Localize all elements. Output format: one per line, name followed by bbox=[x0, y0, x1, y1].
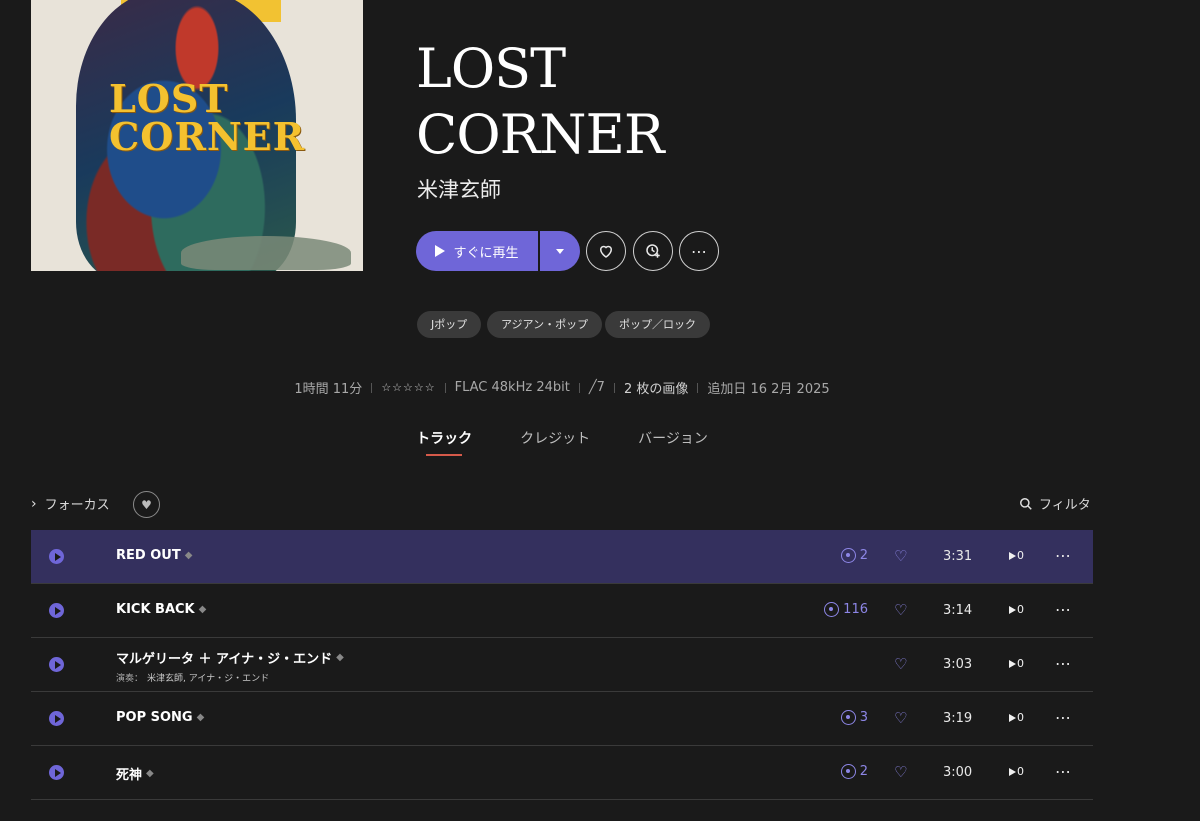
track-title: マルゲリータ ＋ アイナ・ジ・エンド ◆ bbox=[116, 652, 344, 667]
hires-icon: ◆ bbox=[184, 550, 193, 561]
genre-tag[interactable]: Jポップ bbox=[417, 311, 482, 338]
track-row[interactable]: POP SONG ◆ 3 ♡ 3:19 0 ⋯ bbox=[31, 692, 1093, 746]
chevron-right-icon: › bbox=[31, 495, 37, 512]
play-next-icon bbox=[1009, 767, 1016, 776]
disc-icon bbox=[840, 710, 856, 725]
clock-plus-icon bbox=[646, 244, 660, 258]
track-duration: 3:31 bbox=[943, 549, 973, 564]
album-title: LOST CORNER bbox=[416, 37, 665, 166]
track-duration: 3:14 bbox=[943, 603, 973, 618]
tab-credits[interactable]: クレジット bbox=[520, 428, 590, 448]
genre-tag[interactable]: アジアン・ポップ bbox=[487, 311, 603, 338]
track-more-button[interactable]: ⋯ bbox=[1055, 546, 1072, 565]
play-track-icon[interactable] bbox=[49, 711, 64, 726]
more-options-button[interactable]: ⋯ bbox=[679, 231, 719, 271]
track-title: POP SONG ◆ bbox=[116, 710, 205, 725]
play-track-icon[interactable] bbox=[49, 657, 64, 672]
track-more-button[interactable]: ⋯ bbox=[1055, 654, 1072, 673]
play-next-icon bbox=[1009, 659, 1016, 668]
focus-toggle[interactable]: › フォーカス bbox=[31, 494, 110, 514]
ellipsis-icon: ⋯ bbox=[691, 241, 707, 261]
volume-count: ╱7 bbox=[588, 380, 605, 395]
add-to-queue-button[interactable] bbox=[633, 231, 673, 271]
caret-down-icon bbox=[556, 248, 564, 254]
track-title: 死神 ◆ bbox=[116, 768, 154, 783]
disc-icon bbox=[824, 602, 840, 617]
track-more-button[interactable]: ⋯ bbox=[1055, 600, 1072, 619]
album-metadata: 1時間 11分 ☆☆☆☆☆ FLAC 48kHz 24bit ╱7 2 枚の画像… bbox=[0, 378, 1124, 397]
play-icon bbox=[435, 245, 446, 257]
play-track-icon[interactable] bbox=[49, 549, 64, 564]
focus-label: フォーカス bbox=[44, 498, 110, 513]
heart-icon: ♥ bbox=[141, 497, 152, 512]
album-cover[interactable]: LOST CORNER bbox=[31, 0, 363, 271]
track-duration: 3:19 bbox=[943, 711, 973, 726]
favorites-filter-button[interactable]: ♥ bbox=[133, 491, 160, 518]
play-next-icon bbox=[1009, 551, 1016, 560]
favorite-track-button[interactable]: ♡ bbox=[894, 763, 907, 781]
queue-count[interactable]: 0 bbox=[1009, 711, 1024, 724]
queue-count[interactable]: 0 bbox=[1009, 765, 1024, 778]
cover-title-art: LOST CORNER bbox=[109, 76, 306, 159]
track-title: KICK BACK ◆ bbox=[116, 602, 207, 617]
hires-icon: ◆ bbox=[336, 652, 344, 663]
filter-label: フィルタ bbox=[1039, 498, 1091, 513]
audio-format: FLAC 48kHz 24bit bbox=[454, 380, 570, 395]
play-now-button[interactable]: すぐに再生 bbox=[416, 231, 538, 271]
track-row[interactable]: KICK BACK ◆ 116 ♡ 3:14 0 ⋯ bbox=[31, 584, 1093, 638]
favorite-track-button[interactable]: ♡ bbox=[894, 601, 907, 619]
duration: 1時間 11分 bbox=[294, 382, 363, 397]
play-count: 2 bbox=[840, 764, 868, 779]
search-icon bbox=[1020, 497, 1032, 510]
track-row[interactable]: 死神 ◆ 2 ♡ 3:00 0 ⋯ bbox=[31, 746, 1093, 800]
images-link[interactable]: 2 枚の画像 bbox=[615, 378, 697, 397]
favorite-track-button[interactable]: ♡ bbox=[894, 655, 907, 673]
hires-icon: ◆ bbox=[146, 768, 154, 779]
track-performers: 演奏： 米津玄師, アイナ・ジ・エンド bbox=[116, 674, 270, 684]
disc-icon bbox=[840, 548, 856, 563]
favorite-track-button[interactable]: ♡ bbox=[894, 709, 907, 727]
tab-tracks[interactable]: トラック bbox=[416, 428, 472, 456]
play-next-icon bbox=[1009, 605, 1016, 614]
added-date: 追加日 16 2月 2025 bbox=[707, 382, 830, 397]
track-list: RED OUT ◆ 2 ♡ 3:31 0 ⋯ KICK BACK ◆ 116 ♡ 3… bbox=[31, 530, 1093, 800]
genre-tag[interactable]: ポップ／ロック bbox=[605, 311, 710, 338]
heart-icon bbox=[599, 245, 613, 258]
track-more-button[interactable]: ⋯ bbox=[1055, 708, 1072, 727]
track-row[interactable]: RED OUT ◆ 2 ♡ 3:31 0 ⋯ bbox=[31, 530, 1093, 584]
play-track-icon[interactable] bbox=[49, 765, 64, 780]
hires-icon: ◆ bbox=[198, 604, 207, 615]
play-count: 116 bbox=[824, 602, 868, 617]
rating-stars[interactable]: ☆☆☆☆☆ bbox=[372, 381, 444, 394]
queue-count[interactable]: 0 bbox=[1009, 657, 1024, 670]
queue-count[interactable]: 0 bbox=[1009, 549, 1024, 562]
play-count: 2 bbox=[840, 548, 868, 563]
track-more-button[interactable]: ⋯ bbox=[1055, 762, 1072, 781]
track-duration: 3:00 bbox=[943, 765, 973, 780]
play-count: 3 bbox=[840, 710, 868, 725]
artist-name[interactable]: 米津玄師 bbox=[417, 174, 501, 204]
cover-shoe bbox=[181, 236, 351, 270]
tab-versions[interactable]: バージョン bbox=[638, 428, 708, 448]
favorite-button[interactable] bbox=[586, 231, 626, 271]
track-duration: 3:03 bbox=[943, 657, 973, 672]
track-row[interactable]: マルゲリータ ＋ アイナ・ジ・エンド ◆ 演奏： 米津玄師, アイナ・ジ・エンド ♡… bbox=[31, 638, 1093, 692]
queue-count[interactable]: 0 bbox=[1009, 603, 1024, 616]
favorite-track-button[interactable]: ♡ bbox=[894, 547, 907, 565]
play-track-icon[interactable] bbox=[49, 603, 64, 618]
filter-button[interactable]: フィルタ bbox=[1019, 494, 1091, 513]
play-now-label: すぐに再生 bbox=[453, 245, 519, 261]
hires-icon: ◆ bbox=[196, 712, 205, 723]
play-options-dropdown[interactable] bbox=[540, 231, 580, 271]
play-next-icon bbox=[1009, 713, 1016, 722]
disc-icon bbox=[840, 764, 856, 779]
tab-bar: トラック クレジット バージョン bbox=[0, 428, 1124, 456]
track-title: RED OUT ◆ bbox=[116, 548, 193, 563]
